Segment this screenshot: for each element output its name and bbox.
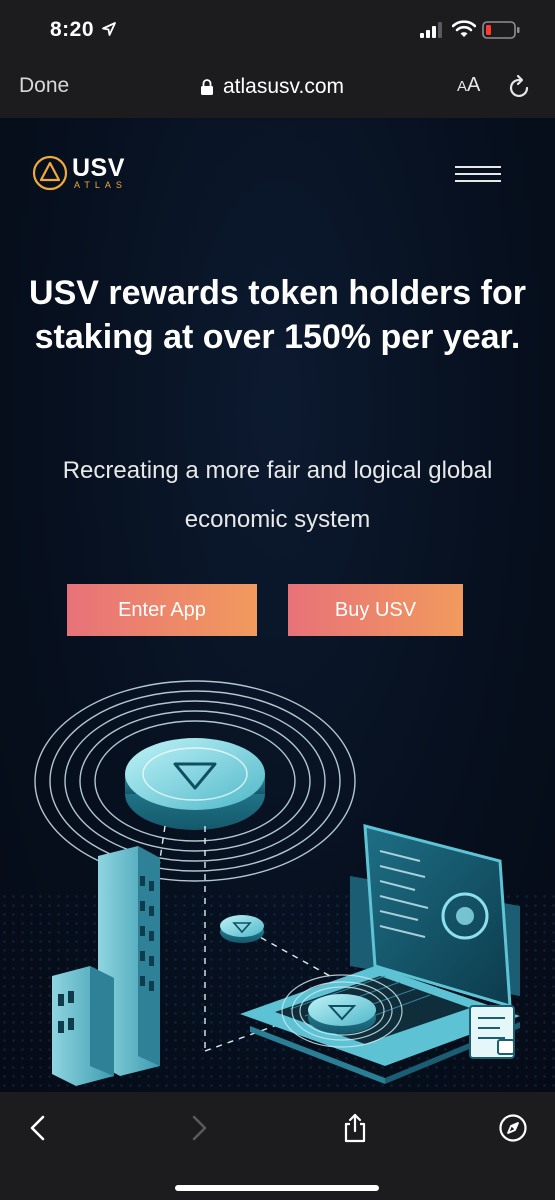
hero-subheadline: Recreating a more fair and logical globa… <box>62 457 493 533</box>
address-bar[interactable]: atlasusv.com <box>200 74 344 100</box>
battery-low-icon <box>482 21 520 39</box>
browser-top-chrome: 8:20 Done atlasusv.com AA <box>0 0 555 118</box>
hero-illustration <box>34 680 520 1086</box>
location-arrow-icon <box>102 22 116 36</box>
browser-nav-bar: Done atlasusv.com AA <box>0 58 555 118</box>
usv-atlas-logo[interactable]: USV ATLAS <box>32 155 142 195</box>
buy-usv-button[interactable]: Buy USV <box>288 584 463 636</box>
menu-line <box>455 173 501 175</box>
browser-bottom-toolbar <box>0 1092 555 1200</box>
large-coin <box>125 738 265 830</box>
status-time: 8:20 <box>50 18 95 41</box>
text-size-button[interactable]: AA <box>457 74 480 97</box>
logo-sub-text: ATLAS <box>74 180 127 190</box>
logo-main-text: USV <box>72 154 125 182</box>
small-coin-right <box>308 994 376 1034</box>
menu-line <box>455 180 501 182</box>
buildings <box>52 846 160 1086</box>
hamburger-menu-icon[interactable] <box>455 166 501 186</box>
menu-line <box>455 166 501 168</box>
chevron-left-icon[interactable] <box>24 1112 54 1144</box>
share-icon[interactable] <box>340 1112 370 1144</box>
chevron-right-icon[interactable] <box>184 1112 214 1144</box>
url-text: atlasusv.com <box>223 75 344 98</box>
done-button[interactable]: Done <box>19 74 69 98</box>
reload-icon[interactable] <box>508 74 532 100</box>
cell-signal-icon <box>420 22 442 38</box>
lock-icon <box>201 79 213 95</box>
wifi-icon <box>452 20 476 37</box>
compass-icon[interactable] <box>498 1112 528 1144</box>
enter-app-button[interactable]: Enter App <box>67 584 257 636</box>
text-size-small-label: A <box>457 78 468 95</box>
text-size-large-label: A <box>467 74 481 96</box>
webpage: USV ATLAS USV rewards token holders for … <box>0 118 555 1092</box>
small-coin-left <box>220 915 264 943</box>
status-bar: 8:20 <box>0 0 555 58</box>
home-indicator <box>175 1185 379 1191</box>
hero-headline: USV rewards token holders for staking at… <box>29 274 526 356</box>
triangle-logo-icon <box>32 155 68 191</box>
